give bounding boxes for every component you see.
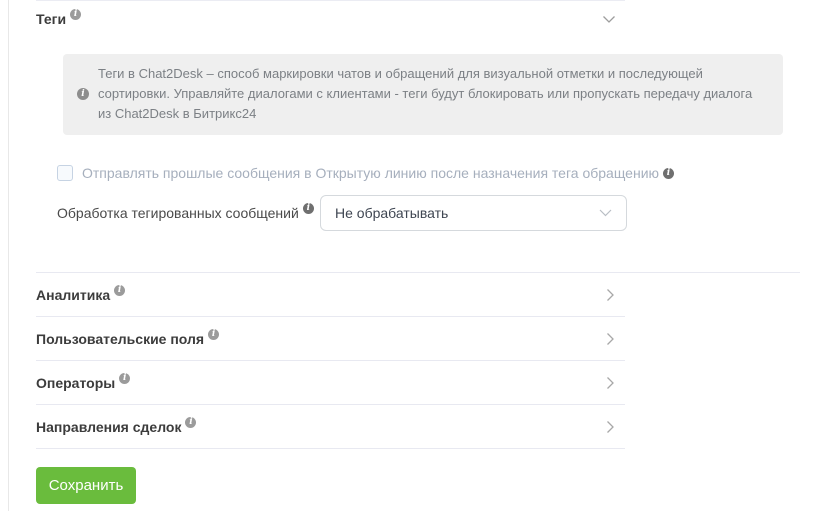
- chevron-right-icon: [606, 376, 615, 390]
- settings-panel: Теги i i Теги в Chat2Desk – способ марки…: [36, 0, 800, 504]
- tag-processing-row: Обработка тегированных сообщений i Не об…: [36, 195, 800, 231]
- send-past-messages-checkbox[interactable]: [57, 165, 73, 181]
- info-icon[interactable]: i: [208, 329, 219, 340]
- info-icon: i: [77, 88, 89, 100]
- panel-left-border: [8, 0, 9, 511]
- section-title-analytics: Аналитика: [36, 287, 110, 303]
- section-header-analytics[interactable]: Аналитика i: [36, 273, 625, 317]
- info-icon[interactable]: i: [185, 417, 196, 428]
- send-past-messages-label: Отправлять прошлые сообщения в Открытую …: [82, 165, 659, 181]
- section-header-deal-pipelines[interactable]: Направления сделок i: [36, 405, 625, 449]
- section-title-deal-pipelines: Направления сделок: [36, 419, 181, 435]
- section-header-tags[interactable]: Теги i: [36, 0, 625, 46]
- collapsed-sections-list: Аналитика i Пользовательские поля i Опер…: [36, 272, 800, 449]
- section-title-custom-fields: Пользовательские поля: [36, 331, 204, 347]
- info-icon[interactable]: i: [663, 168, 674, 179]
- section-header-operators[interactable]: Операторы i: [36, 361, 625, 405]
- tag-processing-label: Обработка тегированных сообщений: [57, 205, 299, 221]
- chevron-right-icon: [606, 420, 615, 434]
- section-title-tags: Теги: [36, 11, 66, 27]
- tag-processing-selected-value: Не обрабатывать: [335, 205, 599, 221]
- chevron-right-icon: [606, 332, 615, 346]
- info-icon[interactable]: i: [70, 9, 81, 20]
- chevron-down-icon: [599, 209, 612, 217]
- tags-info-box: i Теги в Chat2Desk – способ маркировки ч…: [63, 54, 783, 135]
- send-past-messages-row[interactable]: Отправлять прошлые сообщения в Открытую …: [57, 165, 800, 181]
- info-icon[interactable]: i: [119, 373, 130, 384]
- info-icon[interactable]: i: [114, 285, 125, 296]
- save-button[interactable]: Сохранить: [36, 467, 136, 504]
- chevron-right-icon: [606, 288, 615, 302]
- chevron-down-icon[interactable]: [602, 15, 616, 24]
- tags-info-text: Теги в Chat2Desk – способ маркировки чат…: [98, 64, 766, 124]
- section-title-operators: Операторы: [36, 375, 115, 391]
- tag-processing-select[interactable]: Не обрабатывать: [320, 195, 627, 231]
- section-header-custom-fields[interactable]: Пользовательские поля i: [36, 317, 625, 361]
- info-icon[interactable]: i: [303, 203, 314, 214]
